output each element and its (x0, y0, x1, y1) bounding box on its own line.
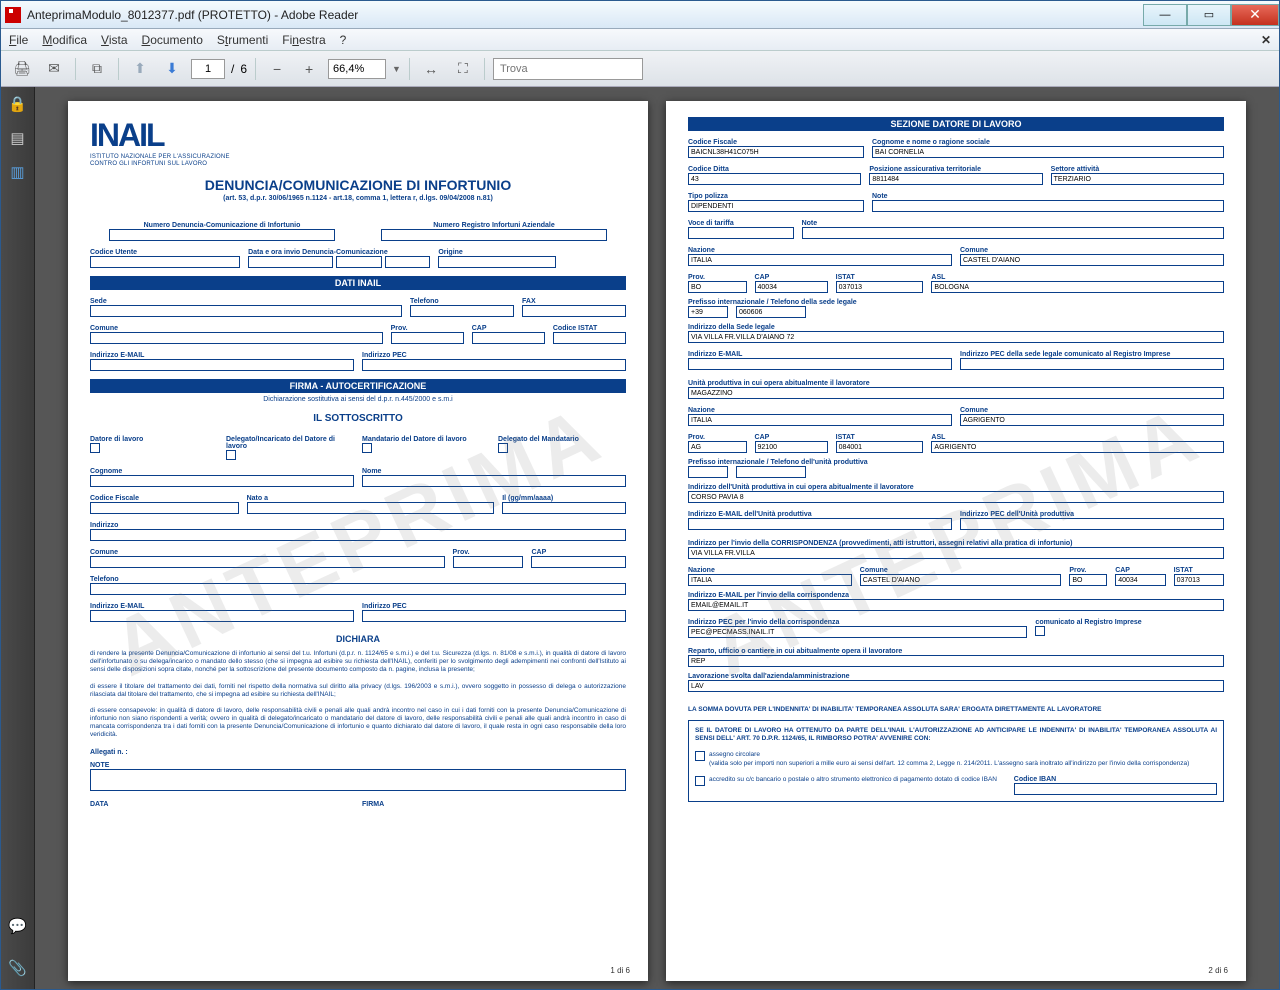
menu-window[interactable]: Finestra (282, 33, 325, 47)
menu-file[interactable]: File (9, 33, 28, 47)
chk-delegato (226, 450, 236, 460)
menu-edit[interactable]: Modifica (42, 33, 87, 47)
fld-num-registro (381, 229, 606, 241)
bar-sezione-datore: SEZIONE DATORE DI LAVORO (688, 117, 1224, 131)
page-2: ANTEPRIMA SEZIONE DATORE DI LAVORO Codic… (666, 101, 1246, 981)
email-icon[interactable]: ✉ (41, 56, 67, 82)
menu-document[interactable]: Documento (142, 33, 203, 47)
window-frame: AnteprimaModulo_8012377.pdf (PROTETTO) -… (0, 0, 1280, 990)
page-1: ANTEPRIMA INAIL ISTITUTO NAZIONALE PER L… (68, 101, 648, 981)
notice-box: SE IL DATORE DI LAVORO HA OTTENUTO DA PA… (688, 720, 1224, 802)
zoom-out-icon[interactable]: − (264, 56, 290, 82)
pages-icon[interactable]: ⧉ (84, 56, 110, 82)
logo-sub1: ISTITUTO NAZIONALE PER L'ASSICURAZIONE (90, 154, 626, 161)
prev-page-icon[interactable]: ⬆ (127, 56, 153, 82)
minimize-button[interactable]: — (1143, 4, 1187, 26)
toolbar: 🖨 ✉ ⧉ ⬆ ⬇ / 6 − + ▼ ↔ ⛶ (1, 51, 1279, 87)
close-doc-button[interactable]: ✕ (1261, 33, 1271, 47)
pages-viewport[interactable]: ANTEPRIMA INAIL ISTITUTO NAZIONALE PER L… (35, 87, 1279, 989)
fit-page-icon[interactable]: ⛶ (450, 56, 476, 82)
lbl-num-denuncia: Numero Denuncia-Comunicazione di Infortu… (109, 222, 334, 229)
menu-bar: File Modifica Vista Documento Strumenti … (1, 29, 1279, 51)
bar-dati-inail: DATI INAIL (90, 276, 626, 290)
lbl-cod-utente: Codice Utente (90, 249, 240, 256)
zoom-input[interactable] (328, 59, 386, 79)
pdf-icon (5, 7, 21, 23)
chk-del-mand (498, 443, 508, 453)
comments-icon[interactable]: 💬 (8, 917, 28, 937)
attachments-icon[interactable]: 📎 (8, 959, 28, 979)
bar-firma: FIRMA - AUTOCERTIFICAZIONE (90, 379, 626, 393)
chk-mandatario (362, 443, 372, 453)
menu-view[interactable]: Vista (101, 33, 127, 47)
search-input[interactable] (493, 58, 643, 80)
menu-help[interactable]: ? (340, 33, 347, 47)
chk-datore (90, 443, 100, 453)
maximize-button[interactable]: ▭ (1187, 4, 1231, 26)
logo-sub2: CONTRO GLI INFORTUNI SUL LAVORO (90, 161, 626, 168)
fld-num-denuncia (109, 229, 334, 241)
print-icon[interactable]: 🖨 (9, 56, 35, 82)
content-row: 🔒 ▤ ▥ 💬 📎 ANTEPRIMA INAIL ISTITUTO NAZIO… (1, 87, 1279, 989)
doc-title: DENUNCIA/COMUNICAZIONE DI INFORTUNIO (90, 177, 626, 193)
page-total: 6 (240, 62, 247, 76)
next-page-icon[interactable]: ⬇ (159, 56, 185, 82)
title-bar: AnteprimaModulo_8012377.pdf (PROTETTO) -… (1, 1, 1279, 29)
page-sep: / (231, 62, 234, 76)
thumbnails-icon[interactable]: ▤ (8, 129, 28, 149)
zoom-in-icon[interactable]: + (296, 56, 322, 82)
page-number-input[interactable] (191, 59, 225, 79)
menu-tools[interactable]: Strumenti (217, 33, 268, 47)
fit-width-icon[interactable]: ↔ (418, 56, 444, 82)
close-button[interactable]: ✕ (1231, 4, 1279, 26)
doc-subtitle: (art. 53, d.p.r. 30/06/1965 n.1124 - art… (90, 195, 626, 202)
logo: INAIL (90, 117, 626, 154)
lbl-data-invio: Data e ora invio Denuncia-Comunicazione (248, 249, 430, 256)
page-number-1: 1 di 6 (610, 966, 630, 975)
lbl-origine: Origine (438, 249, 556, 256)
bookmarks-icon[interactable]: ▥ (8, 163, 28, 183)
lbl-num-registro: Numero Registro Infortuni Aziendale (381, 222, 606, 229)
zoom-dropdown-icon[interactable]: ▼ (392, 64, 401, 74)
lock-icon[interactable]: 🔒 (8, 95, 28, 115)
page-number-2: 2 di 6 (1208, 966, 1228, 975)
window-title: AnteprimaModulo_8012377.pdf (PROTETTO) -… (27, 8, 358, 22)
side-rail: 🔒 ▤ ▥ 💬 📎 (1, 87, 35, 989)
